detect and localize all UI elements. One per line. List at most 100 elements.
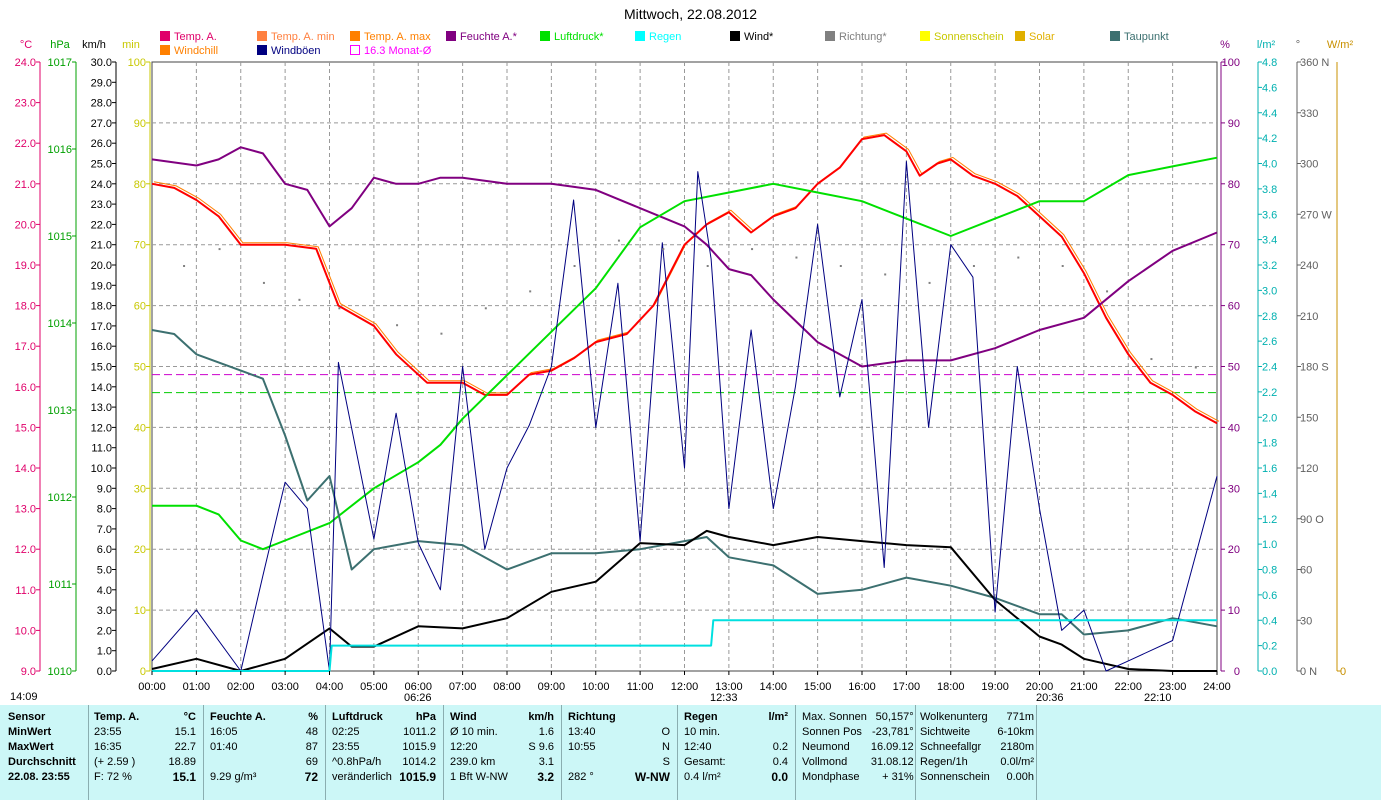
rain-tick-label: 0.2 [1262, 641, 1277, 653]
richtung-point [1061, 265, 1064, 267]
regen-max-value: 0.2 [772, 740, 788, 753]
x-tick-label: 02:00 [227, 681, 255, 693]
richtung-degrees: 282 ° [568, 770, 594, 783]
sonne-label-2: Neumond [802, 740, 850, 753]
kmh-tick-label: 12.0 [91, 422, 112, 434]
legend-label: Luftdruck* [554, 31, 604, 43]
pct-tick-label: 70 [1228, 240, 1240, 252]
legend-label: Richtung* [839, 31, 887, 43]
legend-label: Windböen [271, 45, 321, 57]
temp-tick-label: 20.0 [15, 219, 36, 231]
rain-tick-label: 1.2 [1262, 514, 1277, 526]
druck-column: Luftdruck hPa 02:25 1011.2 23:55 1015.9 ^0.… [330, 709, 438, 784]
temp-max-value: 22.7 [174, 740, 196, 753]
legend-swatch [257, 45, 267, 55]
kmh-tick-label: 16.0 [91, 341, 112, 353]
min-tick-label: 50 [134, 362, 146, 374]
legend-item-luftdruck: Luftdruck* [540, 31, 604, 43]
current-time-label-top: 14:09 [10, 691, 38, 703]
regen-line [152, 619, 1217, 672]
pct-tick-label: 50 [1228, 362, 1240, 374]
press-tick-label: 1016 [48, 144, 72, 156]
temp-min-time: 23:55 [94, 725, 122, 738]
temp-tick-label: 15.0 [15, 422, 36, 434]
regen-current-value: 0.0 [771, 769, 788, 784]
pct-tick-label: 20 [1228, 544, 1240, 556]
richtung-point [1194, 366, 1197, 369]
separator [1036, 705, 1037, 800]
temp-tick-label: 11.0 [15, 585, 36, 597]
rain-tick-label: 0.6 [1262, 590, 1277, 602]
temp-tick-label: 9.0 [21, 666, 36, 678]
richtung-point [839, 265, 842, 267]
legend-label: Temp. A. min [271, 31, 335, 43]
min-tick-label: 80 [134, 179, 146, 191]
legend-item-sonnenschein: Sonnenschein [920, 31, 1004, 43]
x-tick-label: 01:00 [183, 681, 211, 693]
moonset-marker: 22:10 [1144, 692, 1172, 704]
deg-tick-label: 0 N [1300, 666, 1317, 678]
rain-tick-label: 2.6 [1262, 336, 1277, 348]
legend-swatch [730, 31, 740, 41]
richtung-header: Richtung [568, 710, 616, 723]
separator [915, 705, 916, 800]
feuchte-current-value: 72 [304, 769, 318, 784]
sonne-value-0: 50,157° [875, 710, 914, 723]
legend-item-windboeen: Windböen [257, 45, 321, 57]
druck-max-time: 23:55 [332, 740, 360, 753]
legend-item-solar: Solar [1015, 31, 1055, 43]
maxwert-label: MaxWert [8, 740, 54, 753]
richtung-point [1017, 256, 1020, 259]
temp-max-time: 16:35 [94, 740, 122, 753]
feuchte-abs: 9.29 g/m³ [210, 770, 257, 783]
richtung-point [795, 256, 798, 259]
kmh-tick-label: 20.0 [91, 260, 112, 272]
druck-max-value: 1015.9 [402, 740, 436, 753]
deg-tick-label: 240 [1300, 260, 1318, 272]
separator [677, 705, 678, 800]
wind-column: Wind km/h Ø 10 min. 1.6 12:20 S 9.6 239.0 k… [448, 709, 556, 784]
temp-unit: °C [183, 710, 196, 723]
regen-total-label: Gesamt: [684, 755, 726, 768]
wind-avg10-label: Ø 10 min. [450, 725, 498, 738]
richtung-avg-note [566, 754, 613, 769]
legend-item-temp_min: Temp. A. min [257, 31, 335, 43]
kmh-tick-label: 25.0 [91, 159, 112, 171]
rain-tick-label: 0.8 [1262, 565, 1277, 577]
rain-tick-label: 1.0 [1262, 539, 1277, 551]
wolken-value-2: 2180m [1000, 740, 1034, 753]
series-group [151, 132, 1220, 672]
pct-tick-label: 80 [1228, 179, 1240, 191]
wolken-value-1: 6-10km [997, 725, 1034, 738]
x-tick-label: 00:00 [138, 681, 166, 693]
separator [443, 705, 444, 800]
regen-unit: l/m² [768, 710, 788, 723]
x-tick-label: 24:00 [1203, 681, 1231, 693]
druck-header: Luftdruck [332, 710, 383, 723]
pct-tick-label: 40 [1228, 422, 1240, 434]
sunset-marker: 20:36 [1036, 692, 1064, 704]
regen-max-time: 12:40 [684, 740, 712, 753]
kmh-tick-label: 14.0 [91, 382, 112, 394]
wind-max-value: S 9.6 [528, 740, 554, 753]
separator [561, 705, 562, 800]
rain-tick-label: 2.2 [1262, 387, 1277, 399]
richtung-point [218, 248, 221, 251]
richtung-point [751, 248, 754, 251]
legend-swatch [1110, 31, 1120, 41]
sonne-label-3: Vollmond [802, 755, 848, 768]
temp-tick-label: 21.0 [15, 179, 36, 191]
druck-current-value: 1015.9 [399, 769, 436, 784]
min-tick-label: 0 [140, 666, 146, 678]
pct-tick-label: 100 [1222, 57, 1240, 69]
press-tick-label: 1014 [48, 318, 72, 330]
rain-tick-label: 4.2 [1262, 133, 1277, 145]
temp-header: Temp. A. [94, 710, 140, 723]
press-tick-label: 1015 [48, 231, 72, 243]
legend-swatch [257, 31, 267, 41]
richtung-point [706, 265, 709, 267]
temp-tick-label: 17.0 [15, 341, 36, 353]
x-tick-label: 10:00 [582, 681, 610, 693]
x-tick-label: 14:00 [759, 681, 787, 693]
deg-tick-label: 150 [1300, 412, 1318, 424]
